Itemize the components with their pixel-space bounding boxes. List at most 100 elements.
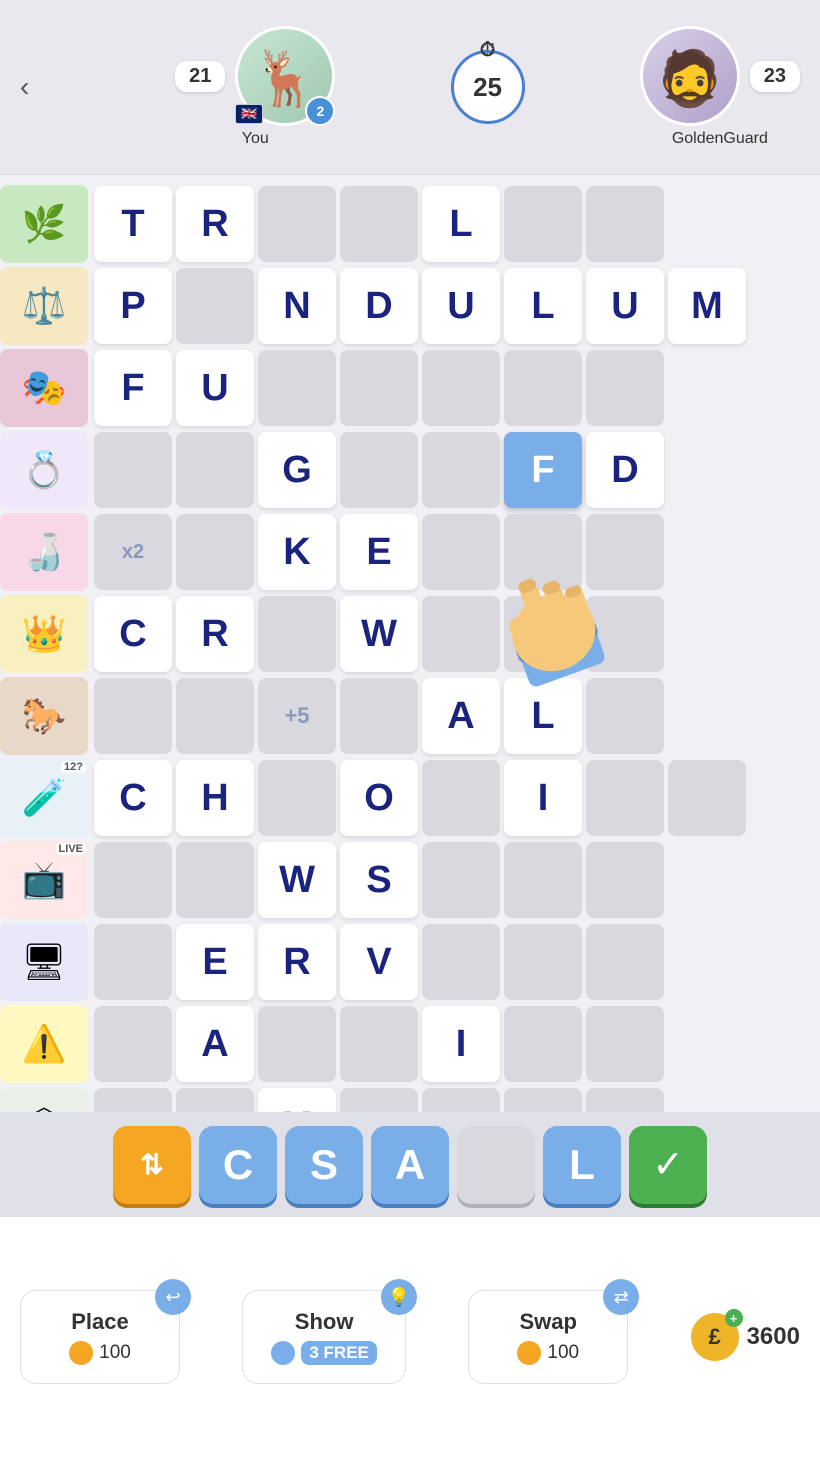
- cell-2-1[interactable]: U: [176, 350, 254, 426]
- cell-2-6[interactable]: [586, 350, 664, 426]
- grid-row-2: 🎭 F U: [0, 347, 820, 429]
- cell-7-6[interactable]: [586, 760, 664, 836]
- cell-7-2[interactable]: [258, 760, 336, 836]
- cell-8-1[interactable]: [176, 842, 254, 918]
- cell-0-1[interactable]: R: [176, 186, 254, 262]
- place-icon-badge: ↩: [155, 1279, 191, 1315]
- cell-8-5[interactable]: [504, 842, 582, 918]
- tile-empty[interactable]: [457, 1126, 535, 1204]
- cell-3-4[interactable]: [422, 432, 500, 508]
- cell-10-3[interactable]: [340, 1006, 418, 1082]
- cell-3-1[interactable]: [176, 432, 254, 508]
- cell-0-3[interactable]: [340, 186, 418, 262]
- cell-10-6[interactable]: [586, 1006, 664, 1082]
- cell-6-5[interactable]: L: [504, 678, 582, 754]
- cell-3-6[interactable]: D: [586, 432, 664, 508]
- cell-4-6[interactable]: [586, 514, 664, 590]
- show-free: 3 FREE: [271, 1341, 377, 1365]
- shuffle-button[interactable]: ⇅: [113, 1126, 191, 1204]
- cell-6-6[interactable]: [586, 678, 664, 754]
- swap-icon-badge: ⇄: [603, 1279, 639, 1315]
- back-button[interactable]: ‹: [20, 71, 60, 103]
- cell-4-5[interactable]: [504, 514, 582, 590]
- cell-7-5[interactable]: I: [504, 760, 582, 836]
- cell-2-4[interactable]: [422, 350, 500, 426]
- tile-L[interactable]: L: [543, 1126, 621, 1204]
- cell-10-4[interactable]: I: [422, 1006, 500, 1082]
- cell-5-1[interactable]: R: [176, 596, 254, 672]
- confirm-button[interactable]: ✓: [629, 1126, 707, 1204]
- cell-4-3[interactable]: E: [340, 514, 418, 590]
- cell-1-5[interactable]: L: [504, 268, 582, 344]
- cell-1-2[interactable]: N: [258, 268, 336, 344]
- cell-7-3[interactable]: O: [340, 760, 418, 836]
- cell-7-0[interactable]: C: [94, 760, 172, 836]
- cell-3-5-blue[interactable]: F: [504, 432, 582, 508]
- cell-6-3[interactable]: [340, 678, 418, 754]
- cell-7-7[interactable]: [668, 760, 746, 836]
- cell-8-6[interactable]: [586, 842, 664, 918]
- cell-3-0[interactable]: [94, 432, 172, 508]
- cell-6-1[interactable]: [176, 678, 254, 754]
- cell-3-2[interactable]: G: [258, 432, 336, 508]
- gold-button[interactable]: £ +: [691, 1313, 739, 1361]
- cell-5-0[interactable]: C: [94, 596, 172, 672]
- cell-5-5[interactable]: [504, 596, 582, 672]
- cell-10-0[interactable]: [94, 1006, 172, 1082]
- cell-0-0[interactable]: T: [94, 186, 172, 262]
- cell-8-2[interactable]: W: [258, 842, 336, 918]
- cell-2-0[interactable]: F: [94, 350, 172, 426]
- cell-8-4[interactable]: [422, 842, 500, 918]
- cell-10-5[interactable]: [504, 1006, 582, 1082]
- cell-0-2[interactable]: [258, 186, 336, 262]
- cell-1-0[interactable]: P: [94, 268, 172, 344]
- cell-6-0[interactable]: [94, 678, 172, 754]
- cell-5-3[interactable]: W: [340, 596, 418, 672]
- cell-0-4[interactable]: L: [422, 186, 500, 262]
- show-icon-badge: 💡: [381, 1279, 417, 1315]
- tile-A[interactable]: A: [371, 1126, 449, 1204]
- avatar-opponent: 🧔: [640, 26, 740, 126]
- cell-2-3[interactable]: [340, 350, 418, 426]
- cell-2-2[interactable]: [258, 350, 336, 426]
- cell-4-0[interactable]: x2: [94, 514, 172, 590]
- cell-1-1[interactable]: [176, 268, 254, 344]
- cell-0-5[interactable]: [504, 186, 582, 262]
- clue-10: ⚠️: [0, 1005, 88, 1083]
- swap-button[interactable]: ⇄ Swap 100: [468, 1290, 628, 1384]
- cell-10-2[interactable]: [258, 1006, 336, 1082]
- cell-9-3[interactable]: V: [340, 924, 418, 1000]
- cell-5-4[interactable]: [422, 596, 500, 672]
- cell-9-1[interactable]: E: [176, 924, 254, 1000]
- cell-5-6[interactable]: [586, 596, 664, 672]
- cell-1-3[interactable]: D: [340, 268, 418, 344]
- cell-9-4[interactable]: [422, 924, 500, 1000]
- cell-1-4[interactable]: U: [422, 268, 500, 344]
- cell-8-0[interactable]: [94, 842, 172, 918]
- player-you-name: You: [242, 130, 269, 148]
- cell-0-6[interactable]: [586, 186, 664, 262]
- cell-1-7[interactable]: M: [668, 268, 746, 344]
- cell-7-4[interactable]: [422, 760, 500, 836]
- cell-9-2[interactable]: R: [258, 924, 336, 1000]
- cell-1-6[interactable]: U: [586, 268, 664, 344]
- cell-4-4[interactable]: [422, 514, 500, 590]
- cell-9-5[interactable]: [504, 924, 582, 1000]
- tile-C[interactable]: C: [199, 1126, 277, 1204]
- cell-6-2[interactable]: +5: [258, 678, 336, 754]
- cell-7-1[interactable]: H: [176, 760, 254, 836]
- cell-8-3[interactable]: S: [340, 842, 418, 918]
- cell-4-2[interactable]: K: [258, 514, 336, 590]
- cell-10-1[interactable]: A: [176, 1006, 254, 1082]
- cell-5-2[interactable]: [258, 596, 336, 672]
- cell-2-5[interactable]: [504, 350, 582, 426]
- place-button[interactable]: ↩ Place 100: [20, 1290, 180, 1384]
- cell-4-1[interactable]: [176, 514, 254, 590]
- cell-6-4[interactable]: A: [422, 678, 500, 754]
- timer: ⏱ 25: [451, 50, 525, 124]
- show-button[interactable]: 💡 Show 3 FREE: [242, 1290, 406, 1384]
- tile-S[interactable]: S: [285, 1126, 363, 1204]
- cell-9-0[interactable]: [94, 924, 172, 1000]
- cell-3-3[interactable]: [340, 432, 418, 508]
- cell-9-6[interactable]: [586, 924, 664, 1000]
